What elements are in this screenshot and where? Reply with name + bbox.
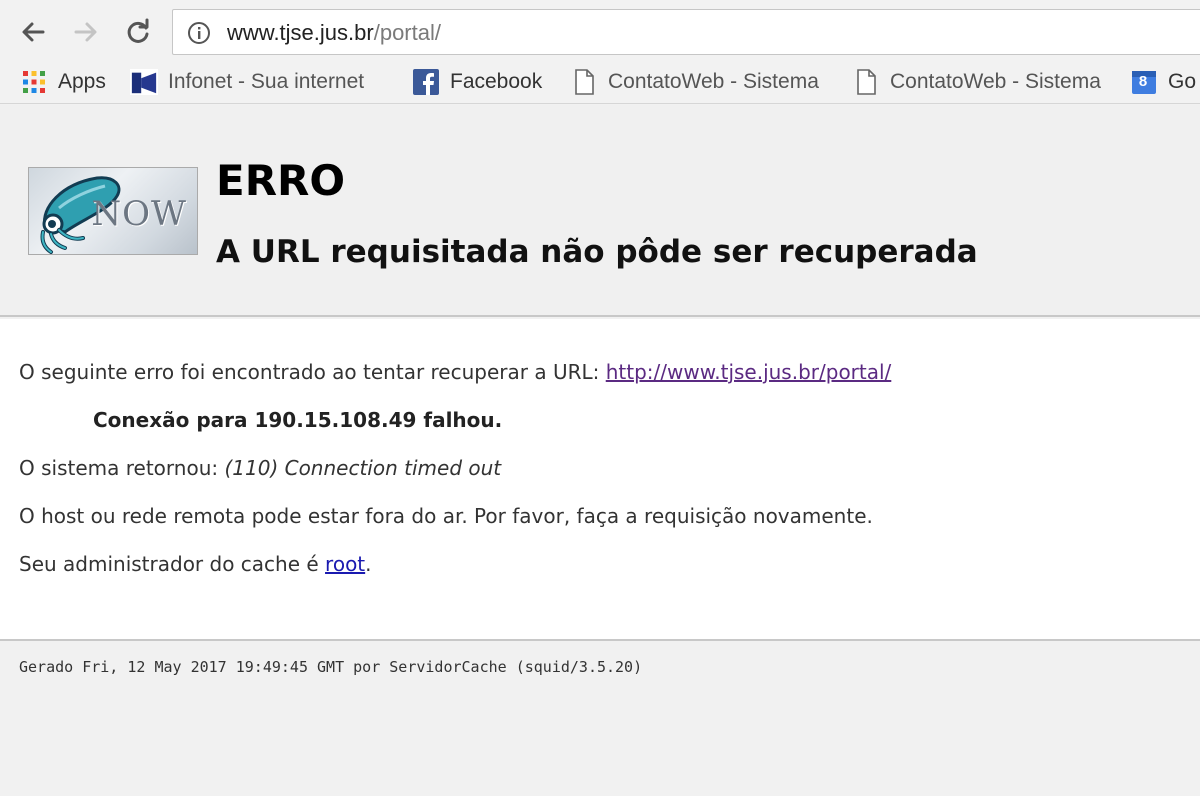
bookmark-contatoweb-1[interactable]: ContatoWeb - Sistema [570,62,819,102]
back-arrow-icon [22,22,45,42]
generated-footer: Gerado Fri, 12 May 2017 19:49:45 GMT por… [19,658,643,676]
page-icon [852,68,880,96]
back-button[interactable] [17,16,49,48]
bookmark-infonet[interactable]: Infonet - Sua internet [130,62,364,102]
system-prefix: O sistema retornou: [19,456,225,480]
bookmark-label: Apps [58,70,106,93]
admin-prefix: Seu administrador do cache é [19,552,326,576]
calendar-icon: 8 [1130,68,1158,96]
error-header: NOW ERRO A URL requisitada não pôde ser … [0,105,1200,317]
reload-icon [127,18,149,43]
address-url[interactable]: www.tjse.jus.br/portal/ [227,20,441,46]
bookmark-contatoweb-2[interactable]: ContatoWeb - Sistema [852,62,1101,102]
system-message: (110) Connection timed out [224,456,502,480]
page-title: ERRO [216,156,346,205]
bookmark-label: ContatoWeb - Sistema [608,70,819,93]
connection-error: Conexão para 190.15.108.49 falhou. [93,408,503,432]
squid-now-logo: NOW [28,167,198,255]
intro-text: O seguinte erro foi encontrado ao tentar… [19,360,606,384]
error-page: NOW ERRO A URL requisitada não pôde ser … [0,105,1200,796]
infonet-icon [130,68,158,96]
bookmark-google-calendar[interactable]: 8 Go [1130,62,1196,102]
bookmark-label: ContatoWeb - Sistema [890,70,1101,93]
address-bar[interactable]: www.tjse.jus.br/portal/ [172,9,1200,55]
page-subtitle: A URL requisitada não pôde ser recuperad… [216,234,978,270]
page-icon [570,68,598,96]
admin-line: Seu administrador do cache é root. [19,551,372,577]
remote-note: O host ou rede remota pode estar fora do… [19,504,873,528]
admin-link[interactable]: root [325,552,365,576]
bookmark-apps[interactable]: Apps [20,62,106,102]
requested-url-link[interactable]: http://www.tjse.jus.br/portal/ [606,360,892,384]
address-host: www.tjse.jus.br [227,20,374,45]
info-icon[interactable] [187,21,211,45]
apps-grid-icon [20,68,48,96]
bookmarks-bar: Apps Infonet - Sua internet Facebook Con… [0,62,1200,104]
forward-arrow-icon [74,22,97,42]
reload-button[interactable] [122,16,154,48]
system-line: O sistema retornou: (110) Connection tim… [19,455,501,481]
bookmark-label: Infonet - Sua internet [168,70,365,93]
bookmark-label: Go [1168,70,1197,93]
forward-button[interactable] [70,16,102,48]
bookmark-facebook[interactable]: Facebook [412,62,542,102]
bookmark-label: Facebook [450,70,543,93]
address-path: /portal/ [373,20,441,45]
intro-line: O seguinte erro foi encontrado ao tentar… [19,359,891,385]
facebook-icon [412,68,440,96]
logo-text: NOW [91,194,187,234]
browser-toolbar: www.tjse.jus.br/portal/ [0,0,1200,62]
calendar-badge: 8 [1138,73,1148,90]
error-body: O seguinte erro foi encontrado ao tentar… [0,319,1200,641]
admin-suffix: . [365,552,372,576]
